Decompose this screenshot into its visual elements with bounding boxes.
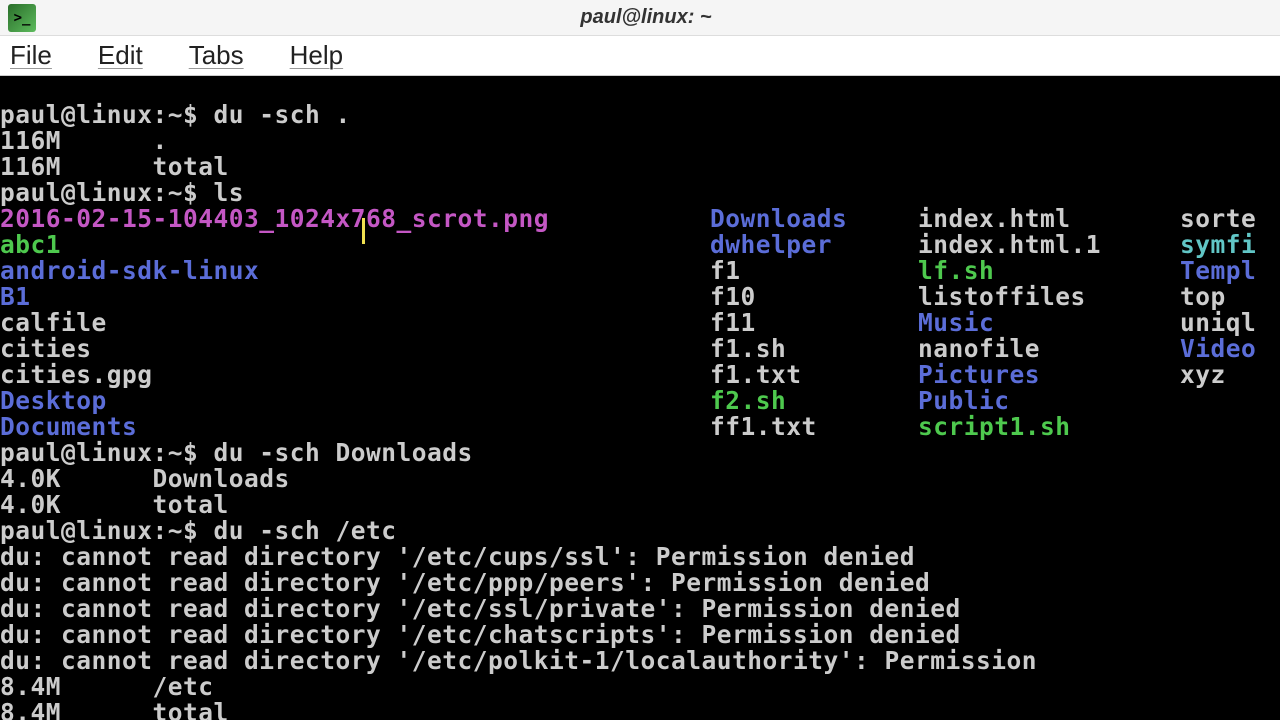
ls-col2: Downloads dwhelper f1 f10 f11 f1.sh f1.t… [710, 206, 918, 440]
output-line: du: cannot read directory '/etc/chatscri… [0, 620, 961, 649]
terminal-app-icon: >_ [8, 4, 36, 32]
ls-item: cities.gpg [0, 360, 153, 389]
ls-item: symfi [1180, 230, 1256, 259]
menu-bar: File Edit Tabs Help [0, 36, 1280, 76]
window-title: paul@linux: ~ [52, 6, 1280, 29]
ls-item: f1.sh [710, 334, 786, 363]
ls-item: Music [918, 308, 994, 337]
menu-file[interactable]: File [10, 40, 52, 71]
title-bar: >_ paul@linux: ~ [0, 0, 1280, 36]
ls-item: Desktop [0, 386, 107, 415]
menu-edit[interactable]: Edit [98, 40, 143, 71]
ls-item: dwhelper [710, 230, 832, 259]
ls-item: Documents [0, 412, 137, 441]
ls-item: lf.sh [918, 256, 994, 285]
output-line: 116M . [0, 126, 168, 155]
output-line: du: cannot read directory '/etc/ppp/peer… [0, 568, 930, 597]
ls-item: Video [1180, 334, 1256, 363]
cmd-ls: ls [214, 178, 245, 207]
ls-col4: sorte symfi Templ top uniql Video xyz [1180, 206, 1256, 388]
ls-item: uniql [1180, 308, 1256, 337]
ls-item: android-sdk-linux [0, 256, 259, 285]
ls-item: Templ [1180, 256, 1256, 285]
ls-item: xyz [1180, 360, 1226, 389]
ls-item: f1.txt [710, 360, 802, 389]
output-line: du: cannot read directory '/etc/polkit-1… [0, 646, 1037, 675]
menu-help[interactable]: Help [290, 40, 343, 71]
mouse-text-cursor [362, 218, 365, 244]
ls-item: B1 [0, 282, 31, 311]
ls-item: cities [0, 334, 92, 363]
menu-tabs[interactable]: Tabs [189, 40, 244, 71]
output-line: 4.0K total [0, 490, 229, 519]
ls-item: Pictures [918, 360, 1040, 389]
cmd-du-etc: du -sch /etc [214, 516, 397, 545]
terminal-area[interactable]: paul@linux:~$ du -sch . 116M . 116M tota… [0, 76, 1280, 720]
ls-item: index.html.1 [918, 230, 1101, 259]
ls-item: abc1 [0, 230, 61, 259]
ls-item: f11 [710, 308, 756, 337]
ls-item: script1.sh [918, 412, 1071, 441]
ls-item: Downloads [710, 204, 847, 233]
output-line: du: cannot read directory '/etc/ssl/priv… [0, 594, 961, 623]
ls-item: f10 [710, 282, 756, 311]
ls-col1: 2016-02-15-104403_1024x768_scrot.png abc… [0, 206, 710, 440]
output-line: 8.4M total [0, 698, 229, 720]
output-line: 8.4M /etc [0, 672, 214, 701]
ls-item: index.html [918, 204, 1071, 233]
ls-item: ff1.txt [710, 412, 817, 441]
ls-item: f1 [710, 256, 741, 285]
cmd-du-sch-dot: du -sch . [214, 100, 351, 129]
ls-item: calfile [0, 308, 107, 337]
ls-col3: index.html index.html.1 lf.sh listoffile… [918, 206, 1180, 440]
output-line: 4.0K Downloads [0, 464, 290, 493]
prompt: paul@linux:~$ [0, 438, 214, 467]
prompt: paul@linux:~$ [0, 178, 214, 207]
prompt: paul@linux:~$ [0, 100, 214, 129]
ls-item: nanofile [918, 334, 1040, 363]
prompt: paul@linux:~$ [0, 516, 214, 545]
ls-item: f2.sh [710, 386, 786, 415]
ls-item: top [1180, 282, 1226, 311]
output-line: 116M total [0, 152, 229, 181]
ls-item: listoffiles [918, 282, 1086, 311]
ls-item: Public [918, 386, 1010, 415]
cmd-du-downloads: du -sch Downloads [214, 438, 473, 467]
ls-item: sorte [1180, 204, 1256, 233]
ls-item: 2016-02-15-104403_1024x768_scrot.png [0, 204, 549, 233]
output-line: du: cannot read directory '/etc/cups/ssl… [0, 542, 915, 571]
